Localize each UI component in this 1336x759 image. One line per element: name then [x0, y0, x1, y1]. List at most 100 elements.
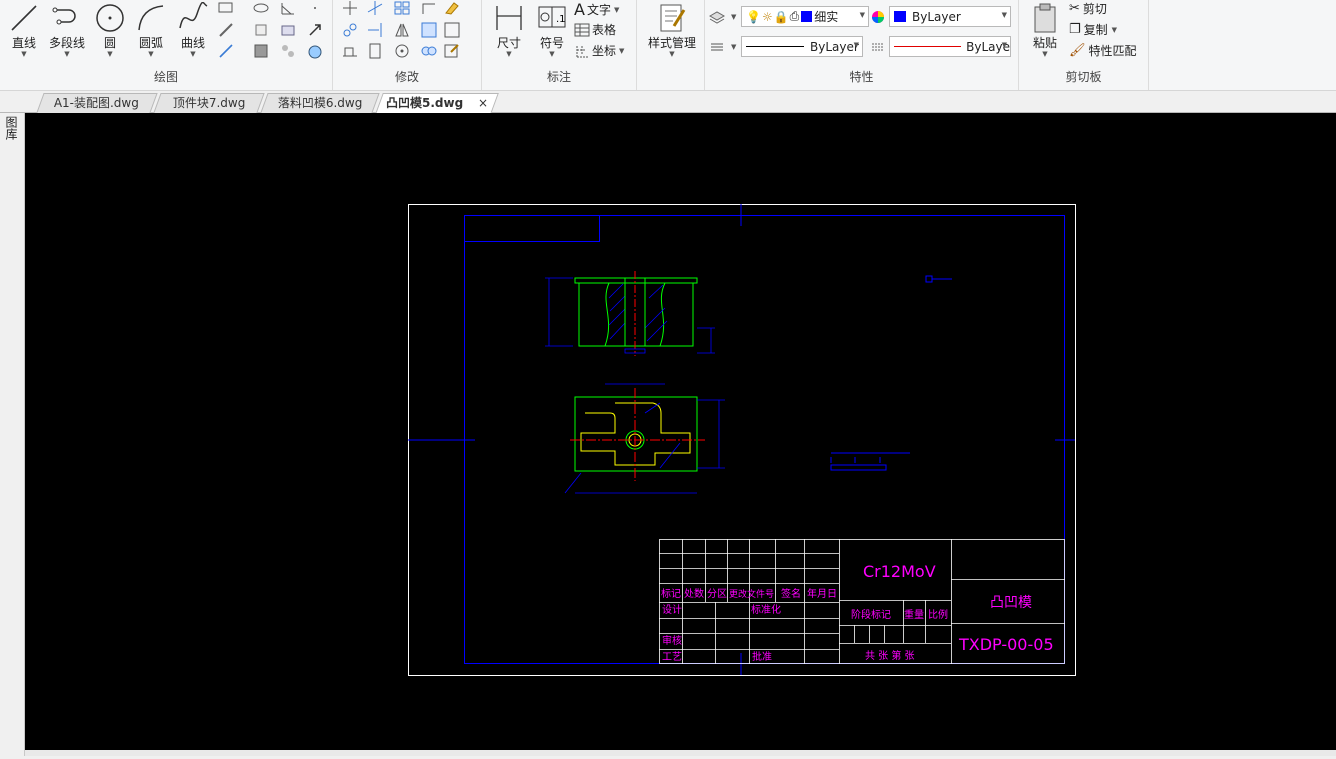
- table-label: 表格: [592, 23, 617, 37]
- tab-label: A1-装配图.dwg: [54, 96, 140, 110]
- style-manage-icon: [660, 4, 686, 32]
- xline-icon[interactable]: [217, 21, 235, 39]
- lineweight-combo[interactable]: ByLaye ▼: [889, 36, 1011, 57]
- line-icon: [11, 5, 37, 31]
- lineweight-icon[interactable]: [708, 38, 726, 56]
- chevron-down-icon[interactable]: ▼: [1112, 26, 1117, 34]
- stretch-icon[interactable]: [420, 21, 438, 39]
- chevron-down-icon[interactable]: ▼: [489, 50, 529, 58]
- paste-button[interactable]: 粘贴 ▼: [1025, 2, 1065, 58]
- printer-icon: ⎙: [789, 9, 800, 23]
- linetype-combo[interactable]: ByLayer ▼: [741, 36, 863, 57]
- dimension-button[interactable]: 尺寸 ▼: [489, 2, 529, 58]
- tab-a1-assembly[interactable]: A1-装配图.dwg: [36, 93, 158, 113]
- region-icon[interactable]: [252, 21, 270, 39]
- linestyle-icon[interactable]: [869, 38, 887, 56]
- curve-icon: [179, 2, 208, 29]
- tb-date: 年月日: [807, 587, 837, 600]
- chevron-down-icon[interactable]: ▼: [90, 50, 130, 58]
- angle-icon[interactable]: [279, 0, 297, 18]
- erase-icon[interactable]: [443, 0, 461, 18]
- insert-icon[interactable]: [306, 42, 324, 60]
- wipeout-icon[interactable]: [279, 21, 297, 39]
- polyline-label: 多段线: [48, 36, 85, 50]
- trim-icon[interactable]: [366, 0, 384, 18]
- paste-icon: [1034, 3, 1056, 33]
- ellipse-icon[interactable]: [252, 0, 270, 18]
- curve-button[interactable]: 曲线 ▼: [173, 2, 213, 58]
- chevron-down-icon[interactable]: ▼: [4, 50, 44, 58]
- block-icon[interactable]: [279, 42, 297, 60]
- hatch-icon[interactable]: [252, 42, 270, 60]
- tb-design: 设计: [662, 603, 682, 616]
- tab-punch-die[interactable]: 凸凹模5.dwg ×: [375, 93, 499, 114]
- color-value: ByLayer: [912, 9, 961, 24]
- drawing-canvas[interactable]: 标记 处数 分区 更改文件号 签名 年月日 设计 标准化 阶段标记 重量 比例 …: [25, 113, 1336, 756]
- tab-ejector-block[interactable]: 顶件块7.dwg: [153, 93, 265, 113]
- chevron-down-icon[interactable]: ▼: [641, 50, 703, 58]
- tab-blanking-die[interactable]: 落料凹模6.dwg: [260, 93, 380, 113]
- centering-marks: [408, 204, 1075, 675]
- close-icon[interactable]: ×: [478, 94, 488, 113]
- offset-icon[interactable]: [443, 21, 461, 39]
- svg-text:.1: .1: [556, 14, 566, 25]
- draw-group-label: 绘图: [153, 70, 178, 84]
- copy-button[interactable]: ❐ 复制 ▼: [1069, 21, 1117, 38]
- chevron-down-icon[interactable]: ▼: [619, 47, 624, 55]
- color-combo[interactable]: ByLayer ▼: [889, 6, 1011, 27]
- chevron-down-icon[interactable]: ▼: [731, 43, 736, 51]
- chevron-down-icon[interactable]: ▼: [1025, 50, 1065, 58]
- edit-icon[interactable]: [443, 42, 461, 60]
- tech-note: [830, 452, 910, 471]
- tb-scale: 比例: [928, 608, 948, 621]
- copy-label: 复制: [1083, 23, 1108, 37]
- table-button[interactable]: 表格: [574, 21, 616, 38]
- annotate-group-label: 标注: [546, 70, 571, 84]
- point-icon[interactable]: [306, 0, 324, 18]
- arc-button[interactable]: 圆弧 ▼: [131, 2, 171, 58]
- coordinate-button[interactable]: 坐标 ▼: [574, 42, 624, 59]
- chevron-down-icon[interactable]: ▼: [532, 50, 572, 58]
- style-manage-button[interactable]: 样式管理 ▼: [641, 2, 703, 58]
- dimension-icon: [496, 6, 522, 30]
- color-wheel-icon[interactable]: [869, 8, 887, 26]
- explode-icon[interactable]: [420, 42, 438, 60]
- extend-icon[interactable]: [366, 21, 384, 39]
- ray-icon[interactable]: [217, 42, 235, 60]
- circle-button[interactable]: 圆 ▼: [90, 2, 130, 58]
- chevron-down-icon[interactable]: ▼: [614, 6, 619, 14]
- move-icon[interactable]: [341, 0, 359, 18]
- tb-change-doc: 更改文件号: [729, 588, 774, 600]
- mirror-icon[interactable]: [393, 21, 411, 39]
- match-properties-button[interactable]: 🖌 特性匹配: [1069, 42, 1137, 59]
- table-icon: [574, 23, 590, 36]
- properties-group-label: 特性: [849, 70, 874, 84]
- chevron-down-icon: ▼: [1001, 41, 1007, 49]
- cut-button[interactable]: ✂ 剪切: [1069, 0, 1107, 17]
- chevron-down-icon[interactable]: ▼: [131, 50, 171, 58]
- text-button[interactable]: A 文字 ▼: [574, 0, 619, 19]
- layer-manager-icon[interactable]: [708, 8, 726, 26]
- array-icon[interactable]: [393, 0, 411, 18]
- fillet-icon[interactable]: [420, 0, 438, 18]
- rectangle-icon[interactable]: [217, 0, 235, 18]
- sheet-frame: [408, 204, 1076, 676]
- chevron-down-icon[interactable]: ▼: [731, 13, 736, 21]
- layer-combo[interactable]: 💡 ☼ 🔒 ⎙ 细实 ▼: [741, 6, 869, 27]
- symbol-button[interactable]: .1 符号 ▼: [532, 2, 572, 58]
- line-button[interactable]: 直线 ▼: [4, 2, 44, 58]
- polyline-button[interactable]: 多段线 ▼: [46, 2, 88, 58]
- break-icon[interactable]: [366, 42, 384, 60]
- copy-icon: ❐: [1069, 22, 1081, 37]
- arrow-icon[interactable]: [306, 21, 324, 39]
- line-label: 直线: [11, 36, 36, 50]
- tb-mark: 标记: [661, 588, 681, 600]
- copy-object-icon[interactable]: [341, 21, 359, 39]
- rotate-icon[interactable]: [393, 42, 411, 60]
- chevron-down-icon[interactable]: ▼: [173, 50, 213, 58]
- layer-name: 细实: [814, 10, 839, 24]
- lightbulb-icon: 💡: [746, 9, 761, 24]
- chevron-down-icon[interactable]: ▼: [46, 50, 88, 58]
- scale-icon[interactable]: [341, 42, 359, 60]
- cut-label: 剪切: [1082, 2, 1107, 16]
